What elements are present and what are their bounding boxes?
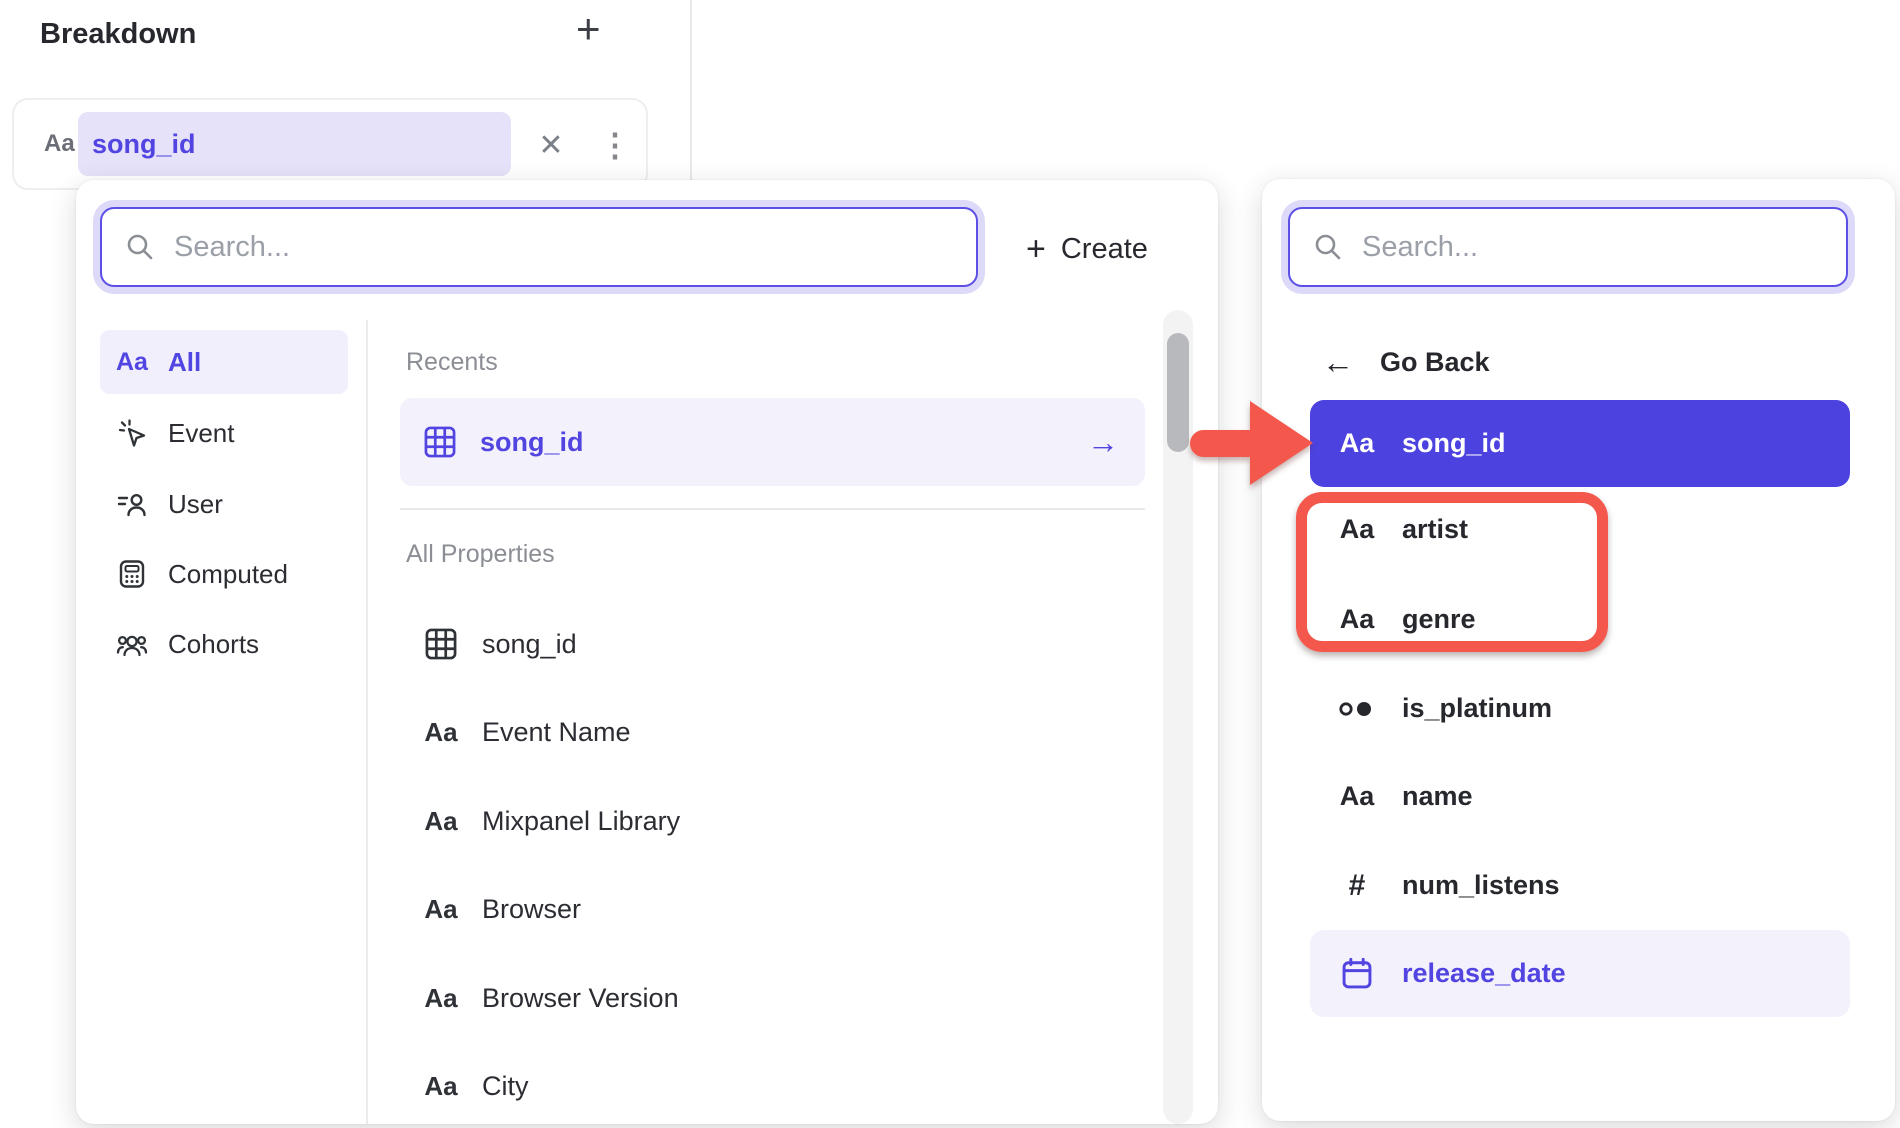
search-icon xyxy=(1312,231,1344,263)
create-button-label: Create xyxy=(1061,233,1148,266)
property-label: song_id xyxy=(482,629,577,660)
property-item-release-date[interactable]: release_date xyxy=(1310,930,1850,1017)
create-button[interactable]: + Create xyxy=(1026,212,1148,286)
drill-in-arrow-icon[interactable]: → xyxy=(1087,424,1119,461)
table-grid-icon xyxy=(423,626,459,662)
search-icon xyxy=(124,231,156,263)
user-list-icon xyxy=(116,488,148,520)
property-label: num_listens xyxy=(1402,870,1560,901)
property-item-artist[interactable]: Aa artist xyxy=(1310,486,1850,573)
recent-item-song-id[interactable]: song_id → xyxy=(400,398,1145,486)
property-item-city[interactable]: Aa City xyxy=(400,1042,1145,1124)
sidebar-divider xyxy=(366,320,368,1124)
property-label: is_platinum xyxy=(1402,693,1552,724)
search-box[interactable] xyxy=(100,207,978,287)
all-properties-header: All Properties xyxy=(406,540,555,569)
property-label: artist xyxy=(1402,514,1468,545)
search-box[interactable] xyxy=(1288,207,1848,287)
people-icon xyxy=(116,628,148,660)
property-item-browser[interactable]: Aa Browser xyxy=(400,865,1145,953)
table-grid-icon xyxy=(422,424,458,460)
breakdown-title: Breakdown xyxy=(40,18,196,51)
text-type-icon: Aa xyxy=(424,983,457,1014)
arrow-left-icon: ← xyxy=(1322,344,1354,381)
remove-icon[interactable]: ✕ xyxy=(526,100,576,190)
calendar-icon xyxy=(1339,956,1375,992)
sidebar-item-label: Cohorts xyxy=(168,629,259,660)
section-divider xyxy=(400,508,1145,510)
sidebar-item-label: User xyxy=(168,489,223,520)
sidebar-item-label: Computed xyxy=(168,559,288,590)
sidebar-item-computed[interactable]: Computed xyxy=(100,542,348,606)
cursor-click-icon xyxy=(116,417,148,449)
number-type-icon: # xyxy=(1349,869,1366,903)
text-type-icon: Aa xyxy=(424,894,457,925)
scrollbar-thumb[interactable] xyxy=(1167,333,1189,452)
text-type-icon: Aa xyxy=(1340,514,1375,545)
property-label: name xyxy=(1402,781,1473,812)
property-label: Browser Version xyxy=(482,983,679,1014)
boolean-type-icon xyxy=(1338,697,1376,721)
recents-header: Recents xyxy=(406,348,498,377)
text-type-icon: Aa xyxy=(44,100,75,190)
sidebar-item-all[interactable]: Aa All xyxy=(100,330,348,394)
property-item-mixpanel-library[interactable]: Aa Mixpanel Library xyxy=(400,777,1145,865)
property-label: Event Name xyxy=(482,717,631,748)
text-type-icon: Aa xyxy=(424,806,457,837)
property-item-num-listens[interactable]: # num_listens xyxy=(1310,842,1850,929)
property-item-genre[interactable]: Aa genre xyxy=(1310,576,1850,663)
sidebar-item-event[interactable]: Event xyxy=(100,401,348,465)
calculator-icon xyxy=(116,558,148,590)
text-type-icon: Aa xyxy=(116,348,148,377)
plus-icon: + xyxy=(1026,230,1046,269)
sidebar-item-label: All xyxy=(168,347,201,378)
breakdown-chip-value[interactable]: song_id xyxy=(78,112,511,176)
text-type-icon: Aa xyxy=(424,1071,457,1102)
property-item-browser-version[interactable]: Aa Browser Version xyxy=(400,954,1145,1042)
sidebar-item-user[interactable]: User xyxy=(100,472,348,536)
go-back-label: Go Back xyxy=(1380,347,1490,378)
property-item-song-id[interactable]: song_id xyxy=(400,600,1145,688)
sidebar-item-cohorts[interactable]: Cohorts xyxy=(100,612,348,676)
chip-value-label: song_id xyxy=(92,129,196,160)
property-item-name[interactable]: Aa name xyxy=(1310,753,1850,840)
property-label: Browser xyxy=(482,894,581,925)
property-item-song-id[interactable]: Aa song_id xyxy=(1310,400,1850,487)
kebab-menu-icon[interactable]: ⋮ xyxy=(592,100,638,190)
page-divider xyxy=(690,0,692,188)
recent-item-label: song_id xyxy=(480,427,584,458)
property-label: genre xyxy=(1402,604,1476,635)
text-type-icon: Aa xyxy=(1340,604,1375,635)
search-input[interactable] xyxy=(174,231,976,264)
text-type-icon: Aa xyxy=(1340,781,1375,812)
property-detail-panel: ← Go Back Aa song_id Aa artist Aa genre … xyxy=(1262,179,1895,1121)
breakdown-chip[interactable]: Aa song_id ✕ ⋮ xyxy=(12,98,648,190)
go-back-button[interactable]: ← Go Back xyxy=(1322,337,1490,387)
property-picker-panel: + Create Aa All Event User xyxy=(76,180,1218,1124)
text-type-icon: Aa xyxy=(424,717,457,748)
property-item-is-platinum[interactable]: is_platinum xyxy=(1310,665,1850,752)
property-label: Mixpanel Library xyxy=(482,806,680,837)
text-type-icon: Aa xyxy=(1340,428,1375,459)
search-input[interactable] xyxy=(1362,231,1846,264)
property-item-event-name[interactable]: Aa Event Name xyxy=(400,688,1145,776)
property-label: release_date xyxy=(1402,958,1566,989)
sidebar-item-label: Event xyxy=(168,418,235,449)
property-label: City xyxy=(482,1071,529,1102)
property-label: song_id xyxy=(1402,428,1506,459)
add-breakdown-button[interactable]: + xyxy=(576,8,601,50)
